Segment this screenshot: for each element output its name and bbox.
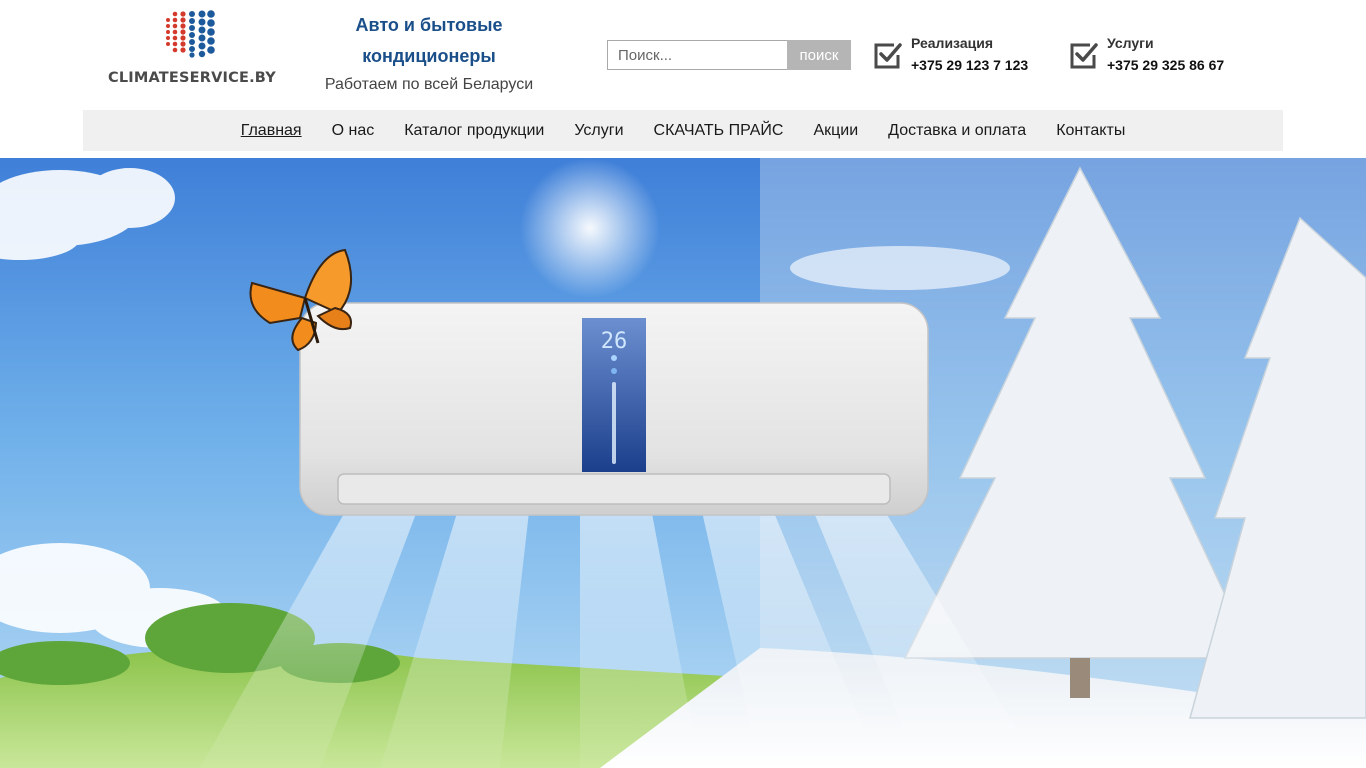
main-nav: Главная О нас Каталог продукции Услуги С… (83, 110, 1283, 151)
search-form: поиск (607, 40, 851, 70)
hero-banner: 26 (0, 158, 1366, 768)
contact-sales: Реализация +375 29 123 7 123 (872, 34, 1028, 78)
check-icon (1070, 43, 1098, 69)
logo-text: CLIMATESERVICE.BY (108, 70, 276, 86)
contact-label: Реализация (911, 35, 994, 51)
hero-image: 26 (0, 158, 1366, 768)
contact-phone[interactable]: +375 29 325 86 67 (1107, 52, 1224, 78)
nav-item-about[interactable]: О нас (317, 110, 390, 151)
nav-item-download-price[interactable]: СКАЧАТЬ ПРАЙС (639, 110, 799, 151)
unit-display-temperature: 26 (601, 329, 628, 354)
air-conditioner-illustration: 26 (299, 302, 929, 516)
contact-sales-text: Реализация +375 29 123 7 123 (911, 34, 1028, 78)
tagline-title: Авто и бытовые кондиционеры (355, 15, 503, 66)
contact-label: Услуги (1107, 35, 1154, 51)
nav-item-services[interactable]: Услуги (559, 110, 638, 151)
tagline-subtitle: Работаем по всей Беларуси (324, 76, 534, 93)
nav-item-home[interactable]: Главная (226, 110, 317, 151)
nav-item-promotions[interactable]: Акции (798, 110, 873, 151)
search-input[interactable] (607, 40, 787, 70)
contact-phone[interactable]: +375 29 123 7 123 (911, 52, 1028, 78)
tagline: Авто и бытовые кондиционеры Работаем по … (310, 10, 548, 96)
logo-dots-icon (166, 10, 215, 58)
check-icon (874, 43, 902, 69)
contact-services: Услуги +375 29 325 86 67 (1068, 34, 1224, 78)
site-logo[interactable]: CLIMATESERVICE.BY (108, 8, 276, 92)
contact-services-text: Услуги +375 29 325 86 67 (1107, 34, 1224, 78)
search-button[interactable]: поиск (787, 40, 851, 70)
nav-item-delivery[interactable]: Доставка и оплата (873, 110, 1041, 151)
nav-item-catalog[interactable]: Каталог продукции (389, 110, 559, 151)
site-header: CLIMATESERVICE.BY Авто и бытовые кондици… (0, 0, 1366, 110)
nav-item-contacts[interactable]: Контакты (1041, 110, 1140, 151)
